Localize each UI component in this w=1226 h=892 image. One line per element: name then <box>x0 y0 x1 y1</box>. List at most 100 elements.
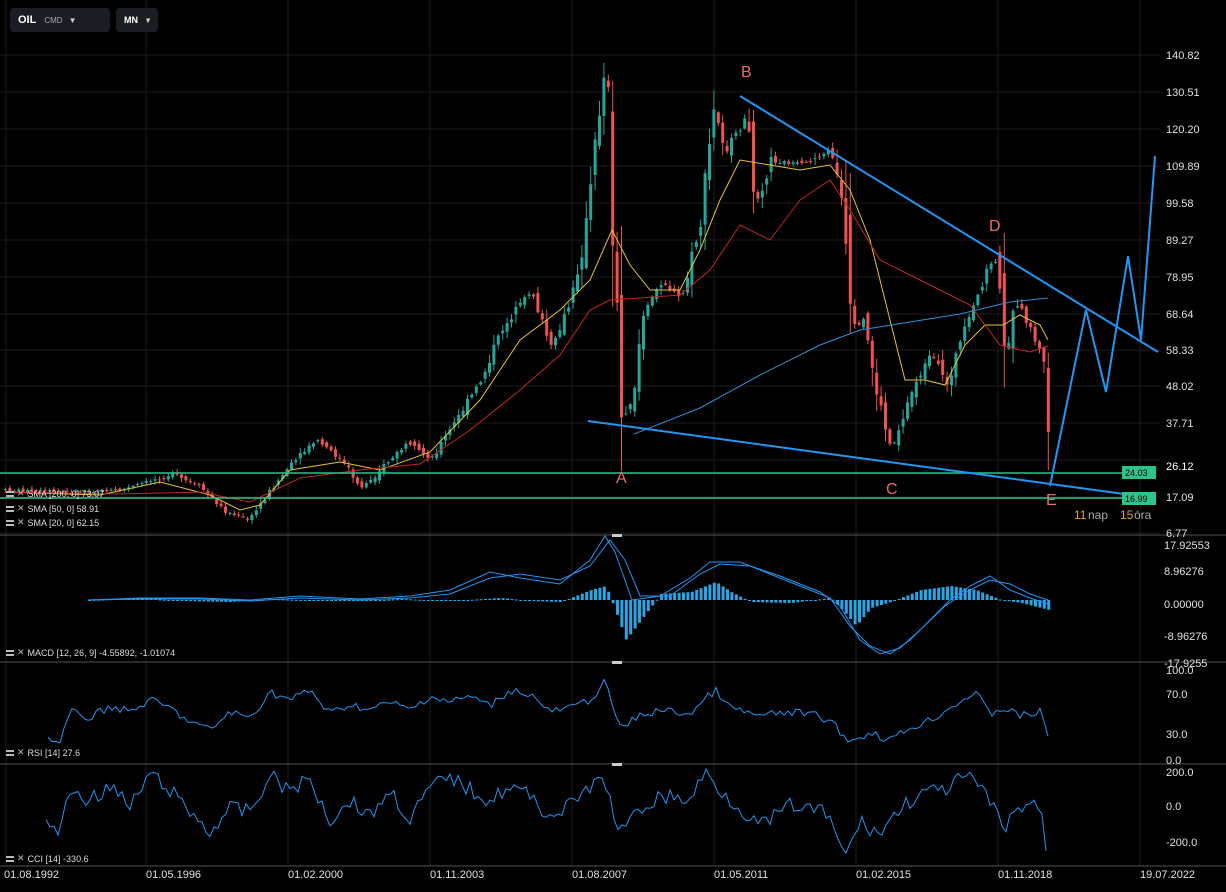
macd-bar <box>638 600 641 623</box>
macd-tick: 17.92553 <box>1164 540 1210 552</box>
candle-body <box>109 489 113 491</box>
legend-rsi-label: RSI [14] 27.6 <box>27 747 81 758</box>
menu-icon[interactable] <box>6 505 14 512</box>
macd-bar <box>994 597 998 600</box>
legend-macd[interactable]: ✕ MACD [12, 26, 9] -4.55892, -1.01074 <box>6 647 175 658</box>
candle-body <box>413 441 417 447</box>
legend-cci[interactable]: ✕ CCI [14] -330.6 <box>6 853 89 864</box>
candle-body <box>312 443 315 447</box>
candle-body <box>184 476 188 481</box>
macd-bar <box>435 600 439 601</box>
close-icon[interactable]: ✕ <box>17 488 25 499</box>
macd-bar <box>580 593 584 600</box>
macd-bar <box>1020 600 1024 604</box>
candle-body <box>606 80 610 88</box>
candle-body <box>897 430 901 446</box>
legend-rsi[interactable]: ✕ RSI [14] 27.6 <box>6 747 80 758</box>
macd-bar <box>523 600 527 601</box>
legend-sma200[interactable]: ✕ SMA [200, 0] 73.07 <box>6 488 104 499</box>
menu-icon[interactable] <box>6 519 14 526</box>
candle-body <box>470 394 474 398</box>
macd-bar <box>308 600 311 601</box>
price-tick: 68.64 <box>1166 309 1194 321</box>
candle-body <box>290 462 293 470</box>
candle-body <box>193 483 197 485</box>
candle-body <box>518 302 522 306</box>
candle-body <box>822 153 826 157</box>
close-icon[interactable]: ✕ <box>17 853 25 864</box>
chart-canvas[interactable]: A B C D E 140.82 130.51 120.20 109.89 99.58 8… <box>0 0 1226 892</box>
legend-sma20[interactable]: ✕ SMA [20, 0] 62.15 <box>6 517 99 528</box>
date-tick: 01.11.2018 <box>998 869 1052 881</box>
macd-bar <box>475 599 479 601</box>
candle-body <box>527 294 531 296</box>
date-axis: 01.08.1992 01.05.1996 01.02.2000 01.11.2003… <box>4 869 1195 881</box>
macd-bar <box>303 600 307 601</box>
macd-bar <box>369 600 373 601</box>
candle-body <box>294 460 298 463</box>
candle-body <box>488 362 491 373</box>
candle-body <box>809 161 813 163</box>
close-icon[interactable]: ✕ <box>17 747 25 758</box>
candle-body <box>703 173 707 225</box>
candle-body <box>932 356 936 359</box>
macd-bar <box>655 599 659 601</box>
candle-body <box>800 160 804 164</box>
macd-bar <box>536 600 540 602</box>
date-tick: 01.02.2015 <box>856 869 911 881</box>
macd-bar <box>171 600 175 601</box>
macd-bar <box>1012 600 1015 602</box>
macd-bar <box>382 599 386 601</box>
macd-bar <box>484 598 487 600</box>
candle-body <box>404 443 408 449</box>
candle-body <box>906 402 909 419</box>
macd-bar <box>814 600 817 601</box>
macd-bar <box>532 600 536 602</box>
cci-tick: -200.0 <box>1166 837 1197 849</box>
grid <box>0 0 1160 866</box>
macd-bar <box>189 600 193 602</box>
menu-icon[interactable] <box>6 855 14 862</box>
candle-body <box>219 503 223 507</box>
close-icon[interactable]: ✕ <box>17 647 25 658</box>
candle-body <box>114 489 117 491</box>
close-icon[interactable]: ✕ <box>17 503 25 514</box>
candle-body <box>426 453 430 458</box>
menu-icon[interactable] <box>6 749 14 756</box>
candle-body <box>237 514 241 516</box>
macd-bar <box>325 600 329 601</box>
legend-sma200-label: SMA [200, 0] 73.07 <box>27 488 105 499</box>
countdown-hours: 15 <box>1120 508 1134 522</box>
menu-icon[interactable] <box>6 649 14 656</box>
macd-bar <box>770 600 773 603</box>
legend-sma50[interactable]: ✕ SMA [50, 0] 58.91 <box>6 503 99 514</box>
macd-bar <box>620 600 624 628</box>
price-tick: 17.09 <box>1166 492 1194 504</box>
macd-bar <box>167 600 171 601</box>
macd-bar <box>677 592 681 600</box>
macd-bar <box>545 600 549 602</box>
macd-bar <box>554 600 558 602</box>
candle-body <box>439 441 443 455</box>
candle-body <box>611 111 615 246</box>
candle-body <box>642 315 645 350</box>
menu-icon[interactable] <box>6 490 14 497</box>
macd-bar <box>378 600 382 601</box>
macd-bar <box>686 592 690 600</box>
legend-macd-label: MACD [12, 26, 9] -4.55892, -1.01074 <box>27 647 176 658</box>
macd-bar <box>330 600 333 601</box>
macd-bar <box>792 600 795 603</box>
macd-bar <box>541 600 545 602</box>
macd-bar <box>1034 600 1037 607</box>
candle-body <box>919 375 923 378</box>
price-tick: 37.71 <box>1166 418 1194 430</box>
close-icon[interactable]: ✕ <box>17 517 25 528</box>
candle-body <box>303 452 307 455</box>
macd-bar <box>897 598 901 600</box>
candle-body <box>796 162 799 164</box>
candle-body <box>1033 326 1037 342</box>
candle-body <box>730 137 733 156</box>
macd-bar <box>796 600 800 603</box>
macd-bar <box>664 593 668 600</box>
macd-bar <box>576 595 580 600</box>
